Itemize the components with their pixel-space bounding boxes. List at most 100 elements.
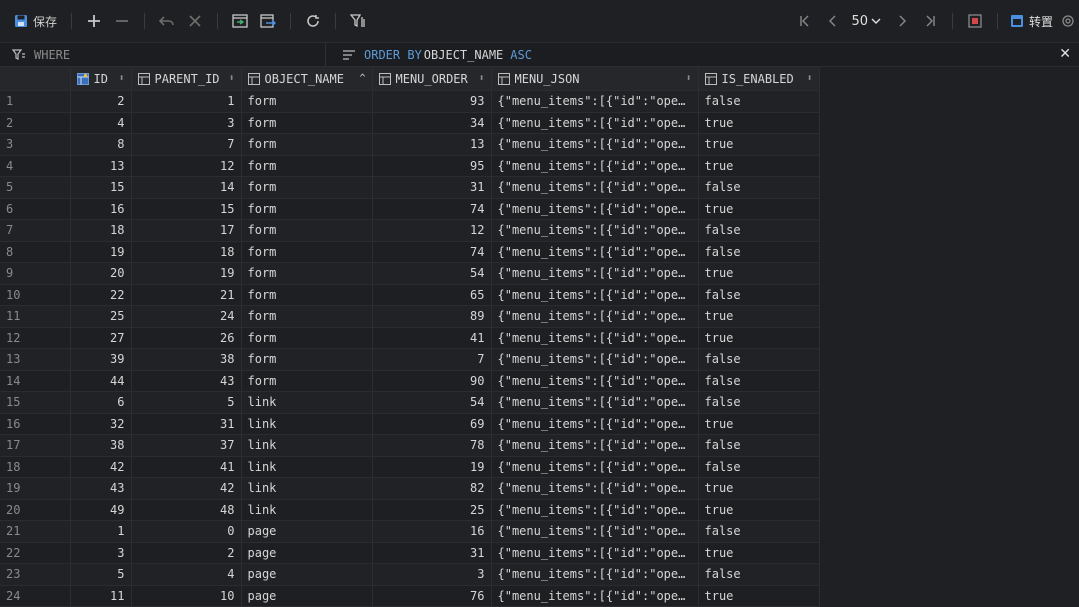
table-row[interactable]: 13 39 38 form 7 {"menu_items":[{"id":"ope… fal… [0, 348, 820, 371]
table-row[interactable]: 20 49 48 link 25 {"menu_items":[{"id":"ope… tr… [0, 499, 820, 521]
cell-id[interactable]: 39 [70, 348, 132, 371]
cell-object-name[interactable]: page [241, 585, 373, 607]
cell-menu-order[interactable]: 41 [372, 327, 492, 349]
cell-object-name[interactable]: form [241, 112, 373, 134]
cell-object-name[interactable]: form [241, 241, 373, 263]
sort-icon[interactable]: ⬍ [685, 73, 691, 84]
table-row[interactable]: 11 25 24 form 89 {"menu_items":[{"id":"ope… tr… [0, 305, 820, 328]
cell-parent-id[interactable]: 15 [131, 198, 242, 220]
cell-id[interactable]: 13 [70, 155, 132, 177]
cell-object-name[interactable]: link [241, 434, 373, 457]
cell-id[interactable]: 1 [70, 520, 132, 543]
cell-id[interactable]: 42 [70, 456, 132, 478]
cell-menu-json[interactable]: {"menu_items":[{"id":"ope… [491, 155, 699, 177]
cell-parent-id[interactable]: 17 [131, 219, 242, 242]
table-row[interactable]: 15 6 5 link 54 {"menu_items":[{"id":"ope… fals… [0, 391, 820, 414]
cell-id[interactable]: 8 [70, 133, 132, 156]
cell-object-name[interactable]: form [241, 284, 373, 306]
table-row[interactable]: 24 11 10 page 76 {"menu_items":[{"id":"ope… tr… [0, 585, 820, 607]
cell-parent-id[interactable]: 43 [131, 370, 242, 392]
cell-object-name[interactable]: link [241, 456, 373, 478]
where-filter-input[interactable]: WHERE [0, 43, 326, 66]
cell-object-name[interactable]: form [241, 155, 373, 177]
cell-is-enabled[interactable]: true [698, 198, 820, 220]
cell-menu-json[interactable]: {"menu_items":[{"id":"ope… [491, 370, 699, 392]
close-icon[interactable]: ✕ [1059, 46, 1071, 62]
cell-menu-json[interactable]: {"menu_items":[{"id":"ope… [491, 112, 699, 134]
cell-menu-json[interactable]: {"menu_items":[{"id":"ope… [491, 90, 699, 113]
cell-object-name[interactable]: form [241, 262, 373, 285]
cell-id[interactable]: 27 [70, 327, 132, 349]
cell-menu-order[interactable]: 31 [372, 176, 492, 199]
cell-object-name[interactable]: link [241, 391, 373, 414]
cell-menu-json[interactable]: {"menu_items":[{"id":"ope… [491, 176, 699, 199]
table-row[interactable]: 8 19 18 form 74 {"menu_items":[{"id":"ope… fal… [0, 241, 820, 263]
next-page-button[interactable] [888, 7, 916, 35]
cell-object-name[interactable]: form [241, 305, 373, 328]
cell-id[interactable]: 43 [70, 477, 132, 500]
cell-object-name[interactable]: form [241, 348, 373, 371]
cell-parent-id[interactable]: 41 [131, 456, 242, 478]
cell-menu-json[interactable]: {"menu_items":[{"id":"ope… [491, 542, 699, 564]
table-row[interactable]: 23 5 4 page 3 {"menu_items":[{"id":"ope… false [0, 563, 820, 586]
cell-parent-id[interactable]: 48 [131, 499, 242, 521]
cell-menu-json[interactable]: {"menu_items":[{"id":"ope… [491, 477, 699, 500]
cell-menu-order[interactable]: 19 [372, 456, 492, 478]
cell-parent-id[interactable]: 2 [131, 542, 242, 564]
cell-menu-json[interactable]: {"menu_items":[{"id":"ope… [491, 284, 699, 306]
cell-parent-id[interactable]: 42 [131, 477, 242, 500]
table-row[interactable]: 1 2 1 form 93 {"menu_items":[{"id":"ope… false [0, 90, 820, 113]
table-row[interactable]: 5 15 14 form 31 {"menu_items":[{"id":"ope… fal… [0, 176, 820, 199]
cell-menu-json[interactable]: {"menu_items":[{"id":"ope… [491, 499, 699, 521]
cell-is-enabled[interactable]: false [698, 241, 820, 263]
cell-menu-order[interactable]: 25 [372, 499, 492, 521]
table-row[interactable]: 7 18 17 form 12 {"menu_items":[{"id":"ope… fal… [0, 219, 820, 242]
cell-is-enabled[interactable]: false [698, 456, 820, 478]
cell-menu-order[interactable]: 78 [372, 434, 492, 457]
add-row-button[interactable] [80, 7, 108, 35]
cell-parent-id[interactable]: 14 [131, 176, 242, 199]
table-row[interactable]: 22 3 2 page 31 {"menu_items":[{"id":"ope… true [0, 542, 820, 564]
cell-menu-json[interactable]: {"menu_items":[{"id":"ope… [491, 563, 699, 586]
sort-icon[interactable]: ⬍ [478, 73, 484, 84]
cell-is-enabled[interactable]: false [698, 176, 820, 199]
cell-object-name[interactable]: form [241, 176, 373, 199]
transpose-button[interactable]: 转置 [1006, 7, 1057, 35]
cell-menu-json[interactable]: {"menu_items":[{"id":"ope… [491, 305, 699, 328]
stop-button[interactable] [961, 7, 989, 35]
cell-menu-json[interactable]: {"menu_items":[{"id":"ope… [491, 219, 699, 242]
cell-menu-order[interactable]: 93 [372, 90, 492, 113]
cell-menu-order[interactable]: 7 [372, 348, 492, 371]
cell-is-enabled[interactable]: true [698, 542, 820, 564]
cell-is-enabled[interactable]: true [698, 413, 820, 435]
cell-object-name[interactable]: form [241, 198, 373, 220]
cell-object-name[interactable]: form [241, 219, 373, 242]
cell-id[interactable]: 20 [70, 262, 132, 285]
cell-is-enabled[interactable]: false [698, 391, 820, 414]
sort-icon[interactable]: ⬍ [806, 73, 812, 84]
filter-button[interactable] [344, 7, 372, 35]
cell-parent-id[interactable]: 31 [131, 413, 242, 435]
cell-menu-order[interactable]: 82 [372, 477, 492, 500]
cell-is-enabled[interactable]: true [698, 327, 820, 349]
cell-id[interactable]: 15 [70, 176, 132, 199]
cell-id[interactable]: 5 [70, 563, 132, 586]
prev-page-button[interactable] [819, 7, 847, 35]
cell-parent-id[interactable]: 38 [131, 348, 242, 371]
cell-id[interactable]: 6 [70, 391, 132, 414]
cell-parent-id[interactable]: 37 [131, 434, 242, 457]
table-row[interactable]: 10 22 21 form 65 {"menu_items":[{"id":"ope… fa… [0, 284, 820, 306]
cell-parent-id[interactable]: 26 [131, 327, 242, 349]
cell-parent-id[interactable]: 18 [131, 241, 242, 263]
cell-id[interactable]: 49 [70, 499, 132, 521]
column-header-object-name[interactable]: OBJECT_NAME ^ [241, 67, 373, 91]
cell-menu-order[interactable]: 69 [372, 413, 492, 435]
cell-id[interactable]: 32 [70, 413, 132, 435]
cell-is-enabled[interactable]: false [698, 348, 820, 371]
cell-is-enabled[interactable]: false [698, 520, 820, 543]
refresh-button[interactable] [299, 7, 327, 35]
cell-id[interactable]: 38 [70, 434, 132, 457]
cell-is-enabled[interactable]: true [698, 112, 820, 134]
cell-object-name[interactable]: link [241, 499, 373, 521]
cell-id[interactable]: 44 [70, 370, 132, 392]
